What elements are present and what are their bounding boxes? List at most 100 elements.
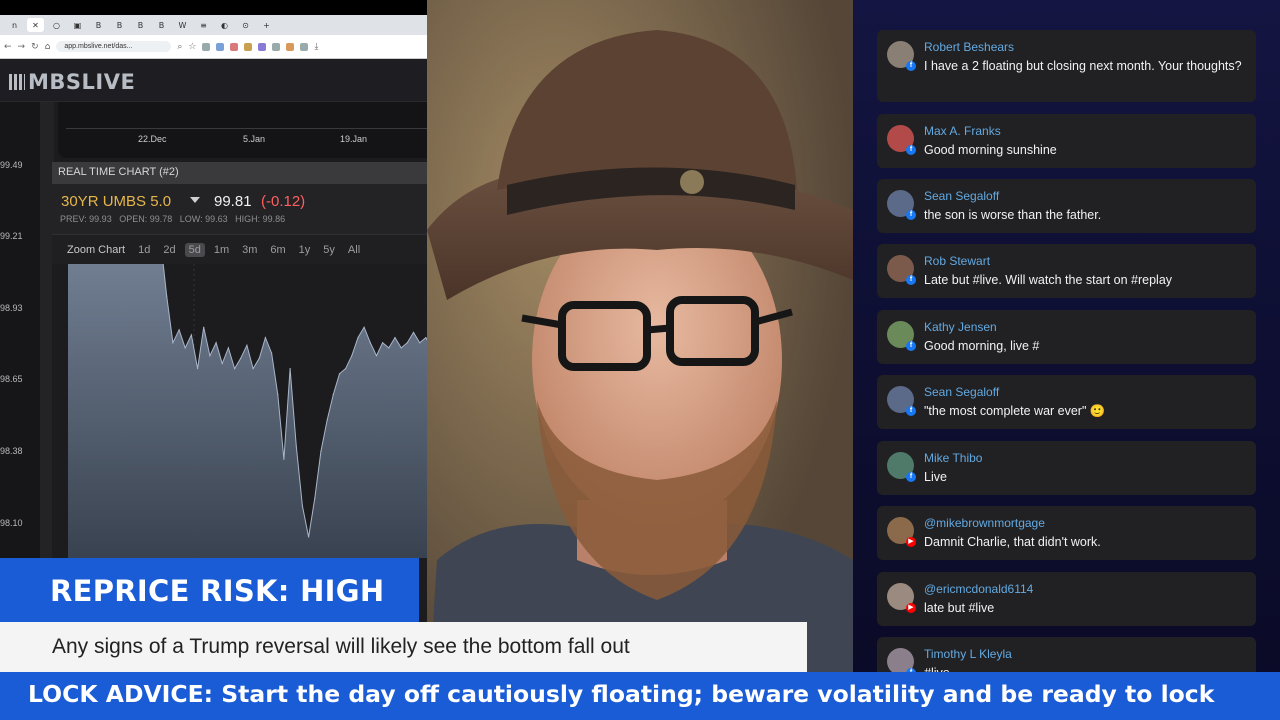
chat-text: "the most complete war ever" 🙂 bbox=[924, 404, 1106, 418]
price-point bbox=[227, 347, 229, 349]
browser-tab[interactable]: ⊙ bbox=[237, 18, 254, 32]
x-tick-label: 19.Jan bbox=[340, 134, 368, 144]
history-chart: 22.Dec 5.Jan 19.Jan bbox=[58, 102, 427, 158]
facebook-icon: f bbox=[906, 341, 916, 351]
price-point bbox=[258, 357, 260, 359]
facebook-icon: f bbox=[906, 406, 916, 416]
price-point bbox=[332, 393, 334, 396]
back-icon[interactable]: ← bbox=[4, 42, 12, 52]
hat-concho bbox=[680, 170, 704, 194]
price-point bbox=[234, 368, 236, 370]
youtube-icon: ▶ bbox=[906, 603, 916, 613]
price-point bbox=[209, 355, 211, 357]
chat-message: f Max A. Franks Good morning sunshine bbox=[877, 114, 1256, 168]
price-point bbox=[382, 342, 384, 344]
chevron-down-icon[interactable] bbox=[190, 197, 200, 203]
chat-username: Mike Thibo bbox=[924, 451, 983, 465]
facebook-icon: f bbox=[906, 472, 916, 482]
price-point bbox=[400, 347, 402, 349]
zoom-icon[interactable]: ⌕ bbox=[177, 42, 182, 52]
extension-icon[interactable] bbox=[300, 42, 309, 51]
chat-text: Damnit Charlie, that didn't work. bbox=[924, 535, 1101, 549]
chat-username: Max A. Franks bbox=[924, 124, 1001, 138]
zoom-6m-button[interactable]: 6m bbox=[266, 243, 289, 257]
chat-username: @ericmcdonald6114 bbox=[924, 582, 1034, 596]
chat-text: Good morning sunshine bbox=[924, 143, 1057, 157]
extension-icon[interactable] bbox=[202, 42, 211, 51]
bookmark-star-icon[interactable]: ☆ bbox=[188, 42, 196, 52]
zoom-all-button[interactable]: All bbox=[344, 243, 364, 257]
symbol-selector[interactable]: 30YR UMBS 5.0 bbox=[61, 193, 171, 210]
chart-panel-title: REAL TIME CHART (#2) bbox=[52, 162, 427, 184]
x-tick-label: 22.Dec bbox=[138, 134, 167, 144]
price-point bbox=[252, 368, 254, 370]
chat-text: I have a 2 floating but closing next mon… bbox=[924, 59, 1242, 73]
price-point bbox=[363, 326, 365, 328]
price-point bbox=[283, 458, 285, 460]
zoom-5d-button[interactable]: 5d bbox=[184, 242, 205, 257]
zoom-3m-button[interactable]: 3m bbox=[238, 243, 261, 257]
stream-frame: n ✕ ○ ▣ B B B B W ≡ ◐ ⊙ + ← → ↻ ⌂ app.mbslive.net/da… bbox=[0, 0, 1280, 720]
browser-tab[interactable]: B bbox=[132, 18, 149, 32]
price-change: (-0.12) bbox=[261, 193, 306, 210]
lock-advice-text: LOCK ADVICE: Start the day off cautiousl… bbox=[28, 680, 1215, 708]
chat-panel: f Robert Beshears I have a 2 floating but … bbox=[853, 0, 1280, 720]
last-price: 99.81 bbox=[214, 193, 252, 210]
facebook-icon: f bbox=[906, 275, 916, 285]
browser-tab[interactable]: W bbox=[174, 18, 191, 32]
lock-advice-banner: LOCK ADVICE: Start the day off cautiousl… bbox=[0, 672, 1280, 720]
download-icon[interactable]: ⤓ bbox=[314, 42, 318, 52]
extension-icon[interactable] bbox=[244, 42, 253, 51]
browser-tab[interactable]: B bbox=[90, 18, 107, 32]
price-point bbox=[203, 326, 205, 328]
home-icon[interactable]: ⌂ bbox=[45, 42, 51, 52]
browser-tab[interactable]: ○ bbox=[48, 18, 65, 32]
zoom-5y-button[interactable]: 5y bbox=[319, 243, 339, 257]
extension-icon[interactable] bbox=[258, 42, 267, 51]
browser-tab[interactable]: B bbox=[111, 18, 128, 32]
browser-tab[interactable]: B bbox=[153, 18, 170, 32]
url-field[interactable]: app.mbslive.net/das... bbox=[56, 41, 172, 52]
chat-text: the son is worse than the father. bbox=[924, 208, 1102, 222]
chat-message: f Sean Segaloff the son is worse than the … bbox=[877, 179, 1256, 233]
facebook-icon: f bbox=[906, 145, 916, 155]
zoom-1d-button[interactable]: 1d bbox=[134, 243, 154, 257]
price-point bbox=[246, 344, 248, 346]
quote-box: 30YR UMBS 5.0 99.81 (-0.12) PREV: 99.93 … bbox=[52, 184, 427, 234]
chat-text: late but #live bbox=[924, 601, 995, 615]
site-header: MBSLIVE bbox=[0, 60, 427, 102]
forward-icon[interactable]: → bbox=[18, 42, 26, 52]
extension-icon[interactable] bbox=[216, 42, 225, 51]
browser-tab-strip: n ✕ ○ ▣ B B B B W ≡ ◐ ⊙ + bbox=[0, 15, 427, 35]
price-point bbox=[215, 342, 217, 344]
zoom-label: Zoom Chart bbox=[67, 243, 126, 256]
y-tick-label: 99.21 bbox=[0, 231, 23, 241]
capture-top-edge bbox=[0, 0, 427, 15]
price-point bbox=[172, 342, 174, 344]
chat-message: ▶ @ericmcdonald6114 late but #live bbox=[877, 572, 1256, 626]
reprice-risk-text: REPRICE RISK: HIGH bbox=[50, 574, 385, 608]
browser-tab[interactable]: ✕ bbox=[27, 18, 44, 32]
zoom-1m-button[interactable]: 1m bbox=[210, 243, 233, 257]
extension-icon[interactable] bbox=[230, 42, 239, 51]
browser-tab[interactable]: ◐ bbox=[216, 18, 233, 32]
extension-icon[interactable] bbox=[272, 42, 281, 51]
mbslive-logo[interactable]: MBSLIVE bbox=[9, 70, 135, 94]
price-point bbox=[178, 329, 180, 331]
browser-tab[interactable]: ▣ bbox=[69, 18, 86, 32]
price-point bbox=[419, 342, 421, 344]
price-point bbox=[166, 295, 168, 297]
price-point bbox=[295, 445, 297, 447]
y-tick-label: 98.65 bbox=[0, 374, 23, 384]
zoom-2d-button[interactable]: 2d bbox=[159, 243, 179, 257]
extension-icon[interactable] bbox=[286, 42, 295, 51]
presenter-figure bbox=[427, 0, 853, 720]
y-tick-label: 99.49 bbox=[0, 160, 23, 170]
chat-text: Good morning, live # bbox=[924, 339, 1040, 353]
browser-tab[interactable]: n bbox=[6, 18, 23, 32]
realtime-chart[interactable] bbox=[52, 173, 427, 558]
zoom-1y-button[interactable]: 1y bbox=[295, 243, 315, 257]
new-tab-icon[interactable]: + bbox=[258, 18, 275, 32]
browser-tab[interactable]: ≡ bbox=[195, 18, 212, 32]
reload-icon[interactable]: ↻ bbox=[31, 42, 39, 52]
